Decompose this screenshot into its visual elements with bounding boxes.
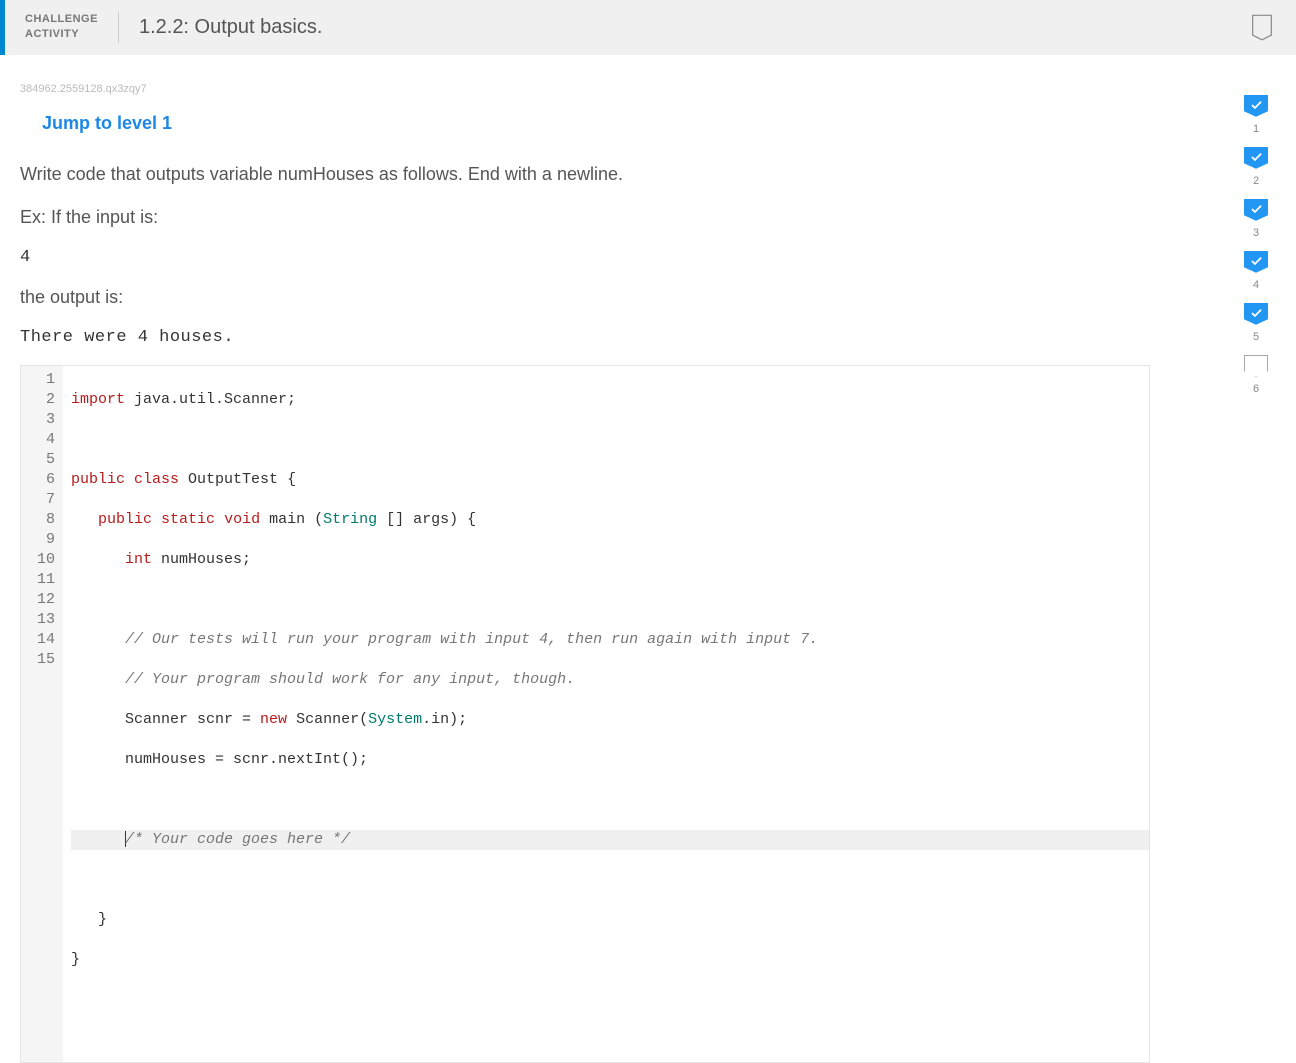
challenge-label-2: ACTIVITY (25, 27, 98, 42)
code-line-13[interactable] (71, 870, 1149, 890)
example-output: There were 4 houses. (20, 328, 1150, 347)
jump-to-level-link[interactable]: Jump to level 1 (42, 113, 172, 134)
code-line-3[interactable]: public class OutputTest { (71, 470, 1149, 490)
code-line-1[interactable]: import java.util.Scanner; (71, 390, 1149, 410)
level-badge-3[interactable] (1244, 199, 1268, 221)
level-badge-4[interactable] (1244, 251, 1268, 273)
level-progress-rail: 1 2 3 4 5 6 (1236, 95, 1276, 401)
code-line-15[interactable]: } (71, 950, 1149, 970)
code-line-10[interactable]: numHouses = scnr.nextInt(); (71, 750, 1149, 770)
code-line-6[interactable] (71, 590, 1149, 610)
level-num-3: 3 (1253, 227, 1259, 239)
level-badge-2[interactable] (1244, 147, 1268, 169)
code-line-11[interactable] (71, 790, 1149, 810)
code-line-2[interactable] (71, 430, 1149, 450)
level-num-2: 2 (1253, 175, 1259, 187)
level-badge-6[interactable] (1244, 355, 1268, 377)
prompt-output-label: the output is: (20, 285, 1150, 310)
code-line-12[interactable]: /* Your code goes here */ (71, 830, 1149, 850)
code-line-8[interactable]: // Your program should work for any inpu… (71, 670, 1149, 690)
challenge-label-1: CHALLENGE (25, 12, 98, 27)
code-line-5[interactable]: int numHouses; (71, 550, 1149, 570)
level-num-4: 4 (1253, 279, 1259, 291)
bookmark-icon[interactable] (1248, 13, 1276, 41)
code-line-9[interactable]: Scanner scnr = new Scanner(System.in); (71, 710, 1149, 730)
code-editor[interactable]: 1 2 3 4 5 6 7 8 9 10 11 12 13 14 15 impo… (20, 365, 1150, 1063)
line-gutter: 1 2 3 4 5 6 7 8 9 10 11 12 13 14 15 (21, 366, 63, 1062)
code-line-4[interactable]: public static void main (String [] args)… (71, 510, 1149, 530)
level-badge-1[interactable] (1244, 95, 1268, 117)
level-num-6: 6 (1253, 383, 1259, 395)
challenge-title: 1.2.2: Output basics. (119, 16, 322, 39)
challenge-type-label: CHALLENGE ACTIVITY (25, 12, 119, 43)
code-line-7[interactable]: // Our tests will run your program with … (71, 630, 1149, 650)
level-num-5: 5 (1253, 331, 1259, 343)
prompt-example-label: Ex: If the input is: (20, 205, 1150, 230)
prompt-instruction: Write code that outputs variable numHous… (20, 162, 1150, 187)
level-num-1: 1 (1253, 123, 1259, 135)
example-input: 4 (20, 248, 1150, 267)
challenge-header: CHALLENGE ACTIVITY 1.2.2: Output basics. (0, 0, 1296, 55)
code-line-14[interactable]: } (71, 910, 1149, 930)
level-badge-5[interactable] (1244, 303, 1268, 325)
tracking-id: 384962.2559128.qx3zqy7 (20, 83, 1276, 95)
code-area[interactable]: import java.util.Scanner; public class O… (63, 366, 1149, 1062)
